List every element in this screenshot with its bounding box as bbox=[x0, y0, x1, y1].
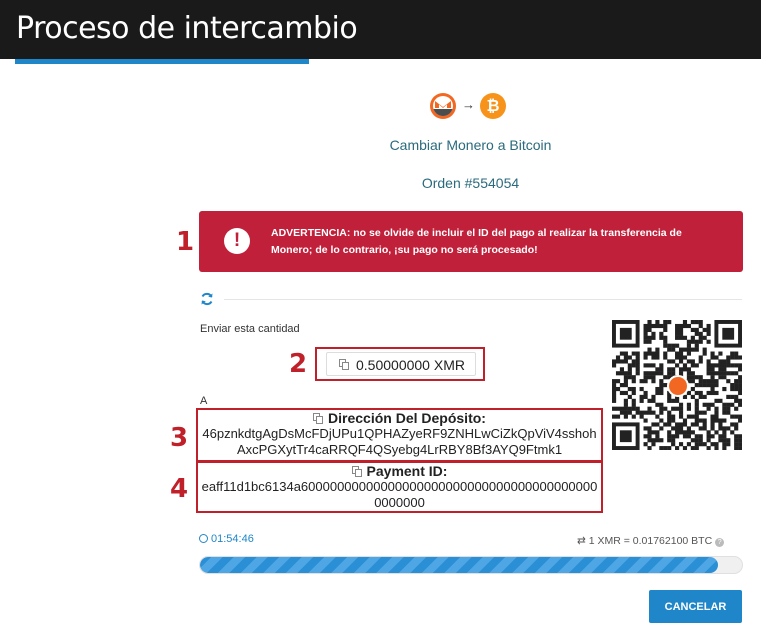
rate-text: ⇄ 1 XMR = 0.01762100 BTC bbox=[577, 535, 713, 547]
payment-id-value: eaff11d1bc6134a6000000000000000000000000… bbox=[201, 479, 598, 510]
alert-icon: ! bbox=[224, 228, 250, 254]
coin-pair: → ₿ bbox=[430, 93, 510, 119]
payment-id-box[interactable]: Payment ID: eaff11d1bc6134a6000000000000… bbox=[196, 461, 603, 513]
warning-text: ADVERTENCIA: no se olvide de incluir el … bbox=[271, 227, 682, 256]
refresh-icon[interactable] bbox=[200, 292, 214, 306]
step-marker-2: 2 bbox=[289, 349, 308, 379]
exchange-title: Cambiar Monero a Bitcoin bbox=[389, 137, 552, 153]
order-number: Orden #554054 bbox=[421, 175, 520, 191]
clock-icon bbox=[199, 534, 208, 543]
step-marker-3: 3 bbox=[170, 423, 189, 453]
info-icon[interactable]: ? bbox=[715, 538, 725, 547]
title-accent-bar bbox=[15, 59, 309, 64]
progress-bar bbox=[199, 556, 743, 574]
send-amount-label: Enviar esta cantidad bbox=[200, 323, 300, 335]
warning-banner: ! ADVERTENCIA: no se olvide de incluir e… bbox=[199, 211, 743, 272]
amount-copy-field[interactable]: 0.50000000 XMR bbox=[326, 352, 476, 376]
page-title: Proceso de intercambio bbox=[16, 11, 358, 46]
amount-highlight: 0.50000000 XMR bbox=[315, 347, 485, 381]
qr-code bbox=[612, 320, 743, 451]
copy-icon[interactable] bbox=[351, 466, 363, 477]
payment-id-heading: Payment ID: bbox=[198, 463, 601, 479]
countdown-timer: 01:54:46 bbox=[199, 533, 254, 545]
to-label: A bbox=[200, 395, 208, 407]
exchange-rate: ⇄ 1 XMR = 0.01762100 BTC? bbox=[577, 535, 725, 547]
deposit-address-value: 46pznkdtgAgDsMcFDjUPu1QPHAZyeRF9ZNHLwCiZ… bbox=[202, 426, 597, 457]
deposit-address-box[interactable]: Dirección Del Depósito: 46pznkdtgAgDsMcF… bbox=[196, 408, 603, 462]
copy-icon[interactable] bbox=[313, 413, 324, 424]
deposit-address-heading: Dirección Del Depósito: bbox=[198, 410, 601, 426]
divider bbox=[224, 299, 742, 300]
monero-icon bbox=[430, 93, 456, 119]
timer-value: 01:54:46 bbox=[211, 533, 254, 545]
amount-value: 0.50000000 XMR bbox=[356, 357, 465, 373]
title-bar: Proceso de intercambio bbox=[0, 0, 761, 59]
monero-logo-icon bbox=[667, 375, 689, 397]
arrow-icon: → bbox=[462, 97, 475, 112]
step-marker-1: 1 bbox=[176, 227, 195, 257]
bitcoin-icon: ₿ bbox=[480, 93, 506, 119]
cancel-button[interactable]: CANCELAR bbox=[649, 590, 742, 623]
copy-icon[interactable] bbox=[339, 359, 350, 370]
step-marker-4: 4 bbox=[170, 474, 189, 504]
progress-fill bbox=[200, 557, 718, 573]
